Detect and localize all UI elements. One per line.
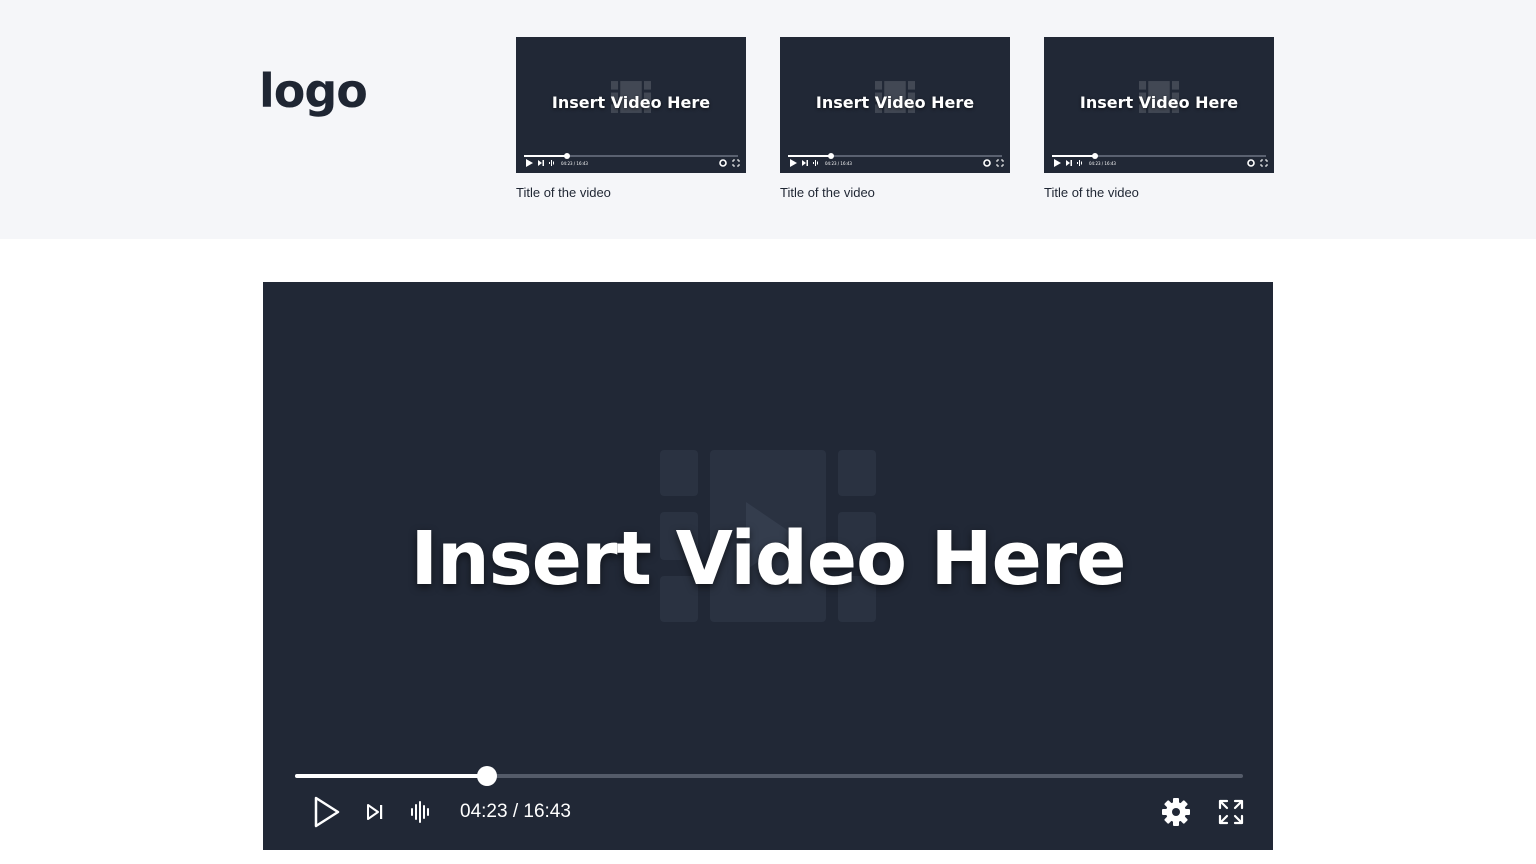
next-button[interactable] [363, 794, 387, 830]
gear-icon[interactable] [983, 159, 991, 167]
play-button[interactable] [311, 794, 343, 830]
thumb-progress-fill [524, 155, 567, 157]
video-placeholder-text: Insert Video Here [815, 93, 975, 112]
play-icon[interactable] [789, 158, 798, 168]
progress-bar[interactable] [295, 766, 1243, 786]
video-thumbnail[interactable]: Insert Video Here 04:23 / 16:43 [516, 37, 746, 173]
video-placeholder-text: Insert Video Here [1079, 93, 1239, 112]
fullscreen-icon[interactable] [996, 159, 1004, 167]
header: logo Insert Video Here 04:23 / 16:43 Tit… [0, 0, 1536, 239]
thumb-progress-fill [1052, 155, 1095, 157]
video-thumbnail[interactable]: Insert Video Here 04:23 / 16:43 [1044, 37, 1274, 173]
thumb-controls: 04:23 / 16:43 [1053, 158, 1268, 168]
progress-knob[interactable] [477, 766, 498, 786]
fullscreen-button[interactable] [1216, 794, 1246, 830]
settings-button[interactable] [1160, 794, 1192, 830]
duration: 16:43 [523, 801, 571, 822]
video-thumbnail-card[interactable]: Insert Video Here 04:23 / 16:43 Title of… [780, 37, 1010, 200]
progress-fill [295, 774, 488, 778]
gear-icon[interactable] [719, 159, 727, 167]
thumb-progress-bar[interactable] [524, 153, 738, 159]
thumb-time-display: 04:23 / 16:43 [1089, 160, 1116, 166]
skip-next-icon [367, 804, 383, 820]
audio-waveform-icon[interactable] [1076, 159, 1084, 167]
video-thumbnail-card[interactable]: Insert Video Here 04:23 / 16:43 Title of… [516, 37, 746, 200]
thumb-progress-bar[interactable] [1052, 153, 1266, 159]
audio-waveform-icon[interactable] [548, 159, 556, 167]
logo[interactable]: logo [259, 68, 368, 114]
thumb-controls: 04:23 / 16:43 [525, 158, 740, 168]
video-title[interactable]: Title of the video [1044, 185, 1274, 200]
video-thumbnail[interactable]: Insert Video Here 04:23 / 16:43 [780, 37, 1010, 173]
thumb-time-display: 04:23 / 16:43 [561, 160, 588, 166]
skip-next-icon[interactable] [537, 159, 545, 167]
fullscreen-icon[interactable] [732, 159, 740, 167]
thumb-time-display: 04:23 / 16:43 [825, 160, 852, 166]
thumb-controls: 04:23 / 16:43 [789, 158, 1004, 168]
play-icon[interactable] [525, 158, 534, 168]
video-title[interactable]: Title of the video [516, 185, 746, 200]
thumb-progress-fill [788, 155, 831, 157]
skip-next-icon[interactable] [801, 159, 809, 167]
skip-next-icon[interactable] [1065, 159, 1073, 167]
audio-waveform-icon [411, 801, 429, 823]
audio-button[interactable] [408, 794, 434, 830]
gear-icon[interactable] [1247, 159, 1255, 167]
play-icon [314, 796, 340, 828]
video-placeholder-text: Insert Video Here [551, 93, 711, 112]
time-separator: / [507, 801, 524, 822]
video-placeholder-text: Insert Video Here [410, 516, 1127, 602]
audio-waveform-icon[interactable] [812, 159, 820, 167]
fullscreen-icon [1218, 799, 1244, 825]
video-player[interactable]: Insert Video Here 04:23 / 16:43 [263, 282, 1273, 850]
play-icon[interactable] [1053, 158, 1062, 168]
video-title[interactable]: Title of the video [780, 185, 1010, 200]
video-thumbnail-card[interactable]: Insert Video Here 04:23 / 16:43 Title of… [1044, 37, 1274, 200]
time-display: 04:23 / 16:43 [460, 801, 571, 823]
gear-icon [1162, 798, 1190, 826]
current-time: 04:23 [460, 801, 508, 822]
thumb-progress-bar[interactable] [788, 153, 1002, 159]
fullscreen-icon[interactable] [1260, 159, 1268, 167]
